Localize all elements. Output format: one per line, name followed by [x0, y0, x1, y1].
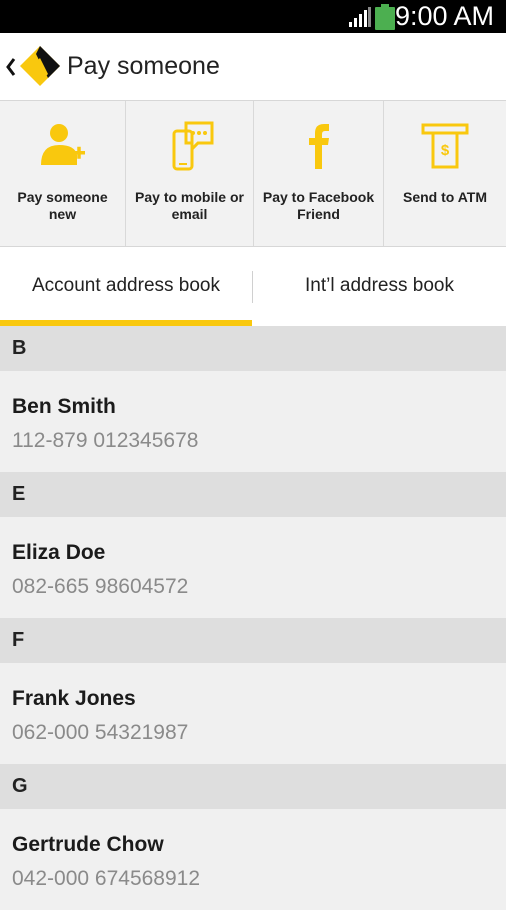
action-label: Pay someone new [17, 189, 108, 222]
contact-name: Gertrude Chow [12, 833, 164, 856]
pay-to-mobile-button[interactable]: Pay to mobile or email [125, 101, 253, 246]
tab-account-address-book[interactable]: Account address book [0, 247, 252, 326]
action-label: Send to ATM [403, 189, 487, 205]
battery-icon [375, 4, 395, 30]
add-person-icon [41, 124, 85, 165]
contact-name: Frank Jones [12, 687, 136, 710]
contact-list[interactable]: B Ben Smith 112-879 012345678 E Eliza Do… [0, 326, 506, 910]
signal-strength-icon [349, 7, 371, 27]
action-label: Pay to Facebook Friend [262, 189, 375, 222]
list-item[interactable]: Ben Smith 112-879 012345678 [0, 371, 506, 472]
contact-account: 062-000 54321987 [12, 721, 189, 744]
facebook-icon [309, 124, 329, 169]
mobile-chat-icon [172, 121, 214, 171]
status-time: 9:00 AM [394, 1, 494, 31]
section-header: E [0, 472, 506, 517]
section-header: F [0, 618, 506, 663]
section-header: B [0, 326, 506, 371]
page-title: Pay someone [67, 52, 220, 80]
list-item[interactable]: Frank Jones 062-000 54321987 [0, 663, 506, 764]
pay-facebook-friend-button[interactable]: Pay to Facebook Friend [253, 101, 383, 246]
section-header: G [0, 764, 506, 809]
bank-logo-icon [20, 46, 60, 86]
contact-name: Eliza Doe [12, 541, 106, 564]
payment-options: Pay someone new Pay to mobile or email P… [0, 101, 506, 247]
pay-someone-new-button[interactable]: Pay someone new [0, 101, 125, 246]
action-label: Pay to mobile or email [135, 189, 244, 222]
svg-text:$: $ [441, 142, 450, 159]
list-item[interactable]: Gertrude Chow 042-000 674568912 [0, 809, 506, 910]
app-bar: Pay someone [0, 33, 506, 101]
contact-name: Ben Smith [12, 395, 116, 418]
contact-account: 082-665 98604572 [12, 575, 189, 598]
back-chevron-icon[interactable] [5, 56, 17, 78]
address-book-tabs: Account address book Int’l address book [0, 247, 506, 326]
send-to-atm-button[interactable]: $ Send to ATM [383, 101, 506, 246]
atm-cash-icon: $ [421, 123, 469, 169]
tab-international-address-book[interactable]: Int’l address book [253, 247, 506, 326]
list-item[interactable]: Eliza Doe 082-665 98604572 [0, 517, 506, 618]
contact-account: 112-879 012345678 [12, 429, 199, 452]
status-bar: 9:00 AM [0, 0, 506, 33]
contact-account: 042-000 674568912 [12, 867, 201, 890]
